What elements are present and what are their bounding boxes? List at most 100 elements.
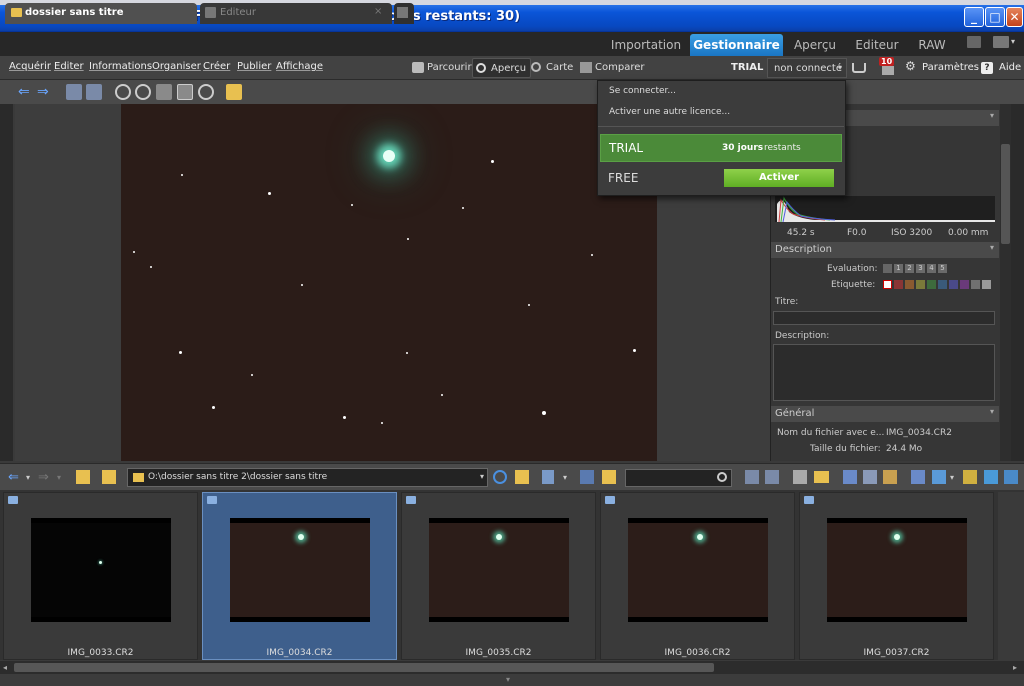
rotate-right-icon[interactable]: [86, 84, 102, 100]
menu-affichage[interactable]: Affichage: [276, 61, 323, 72]
rating-4[interactable]: 4: [927, 264, 936, 273]
parametres-button[interactable]: Paramètres: [922, 62, 979, 73]
trial-label[interactable]: TRIAL: [731, 62, 763, 73]
rating-5[interactable]: 5: [938, 264, 947, 273]
fit-window-icon[interactable]: [177, 84, 193, 100]
scroll-thumb[interactable]: [14, 663, 714, 672]
menu-organiser[interactable]: Organiser: [152, 61, 201, 72]
rating-clear-icon[interactable]: [883, 264, 892, 273]
account-dropdown[interactable]: non connecté ▾: [767, 58, 847, 78]
rating-control[interactable]: 1 2 3 4 5: [883, 264, 953, 274]
chevron-down-icon[interactable]: ▾: [563, 473, 567, 482]
carte-button[interactable]: Carte: [528, 58, 577, 78]
refresh-icon[interactable]: [493, 470, 507, 484]
forward-arrow-icon[interactable]: ⇒: [38, 470, 49, 485]
chevron-down-icon[interactable]: ▾: [950, 473, 954, 482]
menu-publier[interactable]: Publier: [237, 61, 271, 72]
rotate-left-icon[interactable]: [66, 84, 82, 100]
rotate-right-icon[interactable]: [765, 470, 779, 484]
chevron-down-icon[interactable]: ▾: [1011, 37, 1015, 46]
batch-edit-icon[interactable]: [911, 470, 925, 484]
print-icon[interactable]: [793, 470, 807, 484]
left-panel-toggle[interactable]: [0, 104, 13, 461]
label-color-swatch[interactable]: [982, 280, 991, 289]
label-color-swatch[interactable]: [938, 280, 947, 289]
mode-editeur[interactable]: Editeur: [848, 34, 906, 56]
label-color-swatch[interactable]: [916, 280, 925, 289]
search-icon[interactable]: [717, 472, 727, 482]
minimize-button[interactable]: _: [964, 7, 984, 27]
notification-badge[interactable]: 10: [879, 57, 895, 66]
export-icon[interactable]: [984, 470, 998, 484]
open-folder-icon[interactable]: [602, 470, 616, 484]
rating-3[interactable]: 3: [916, 264, 925, 273]
menu-creer[interactable]: Créer: [203, 61, 230, 72]
filmstrip-scrollbar[interactable]: ◂ ▸: [0, 661, 1024, 674]
apercu-button[interactable]: Aperçu: [472, 58, 532, 78]
rotate-left-icon[interactable]: [745, 470, 759, 484]
share-icon[interactable]: [932, 470, 946, 484]
mode-gestionnaire[interactable]: Gestionnaire: [690, 34, 783, 56]
view-mode-icon[interactable]: [580, 470, 594, 484]
new-tab-button[interactable]: [394, 3, 414, 24]
description-field[interactable]: [773, 344, 995, 401]
thumbnail[interactable]: IMG_0033.CR2: [3, 492, 198, 660]
label-color-swatch[interactable]: [949, 280, 958, 289]
label-none-icon[interactable]: [883, 280, 892, 289]
general-header[interactable]: Général ▾: [771, 406, 999, 422]
label-color-swatch[interactable]: [905, 280, 914, 289]
preview-image[interactable]: [121, 104, 657, 461]
mode-raw[interactable]: RAW: [910, 34, 954, 56]
stack-icon[interactable]: [883, 470, 897, 484]
trial-option[interactable]: TRIAL 30 jours restants: [600, 134, 842, 162]
expand-icon[interactable]: ▾: [506, 675, 510, 684]
label-color-picker[interactable]: [883, 280, 995, 290]
forward-arrow-icon[interactable]: ⇒: [37, 84, 53, 100]
mode-importation[interactable]: Importation: [605, 34, 687, 56]
search-input[interactable]: [625, 469, 732, 487]
zoom-in-icon[interactable]: [115, 84, 131, 100]
right-panel-toggle[interactable]: [1011, 104, 1024, 461]
thumbnail-selected[interactable]: IMG_0034.CR2: [202, 492, 397, 660]
label-color-swatch[interactable]: [927, 280, 936, 289]
back-arrow-icon[interactable]: ⇐: [8, 470, 19, 485]
mode-apercu[interactable]: Aperçu: [786, 34, 844, 56]
thumbnail-partial[interactable]: [998, 492, 1024, 660]
menu-editer[interactable]: Editer: [54, 61, 84, 72]
tab-editeur[interactable]: Editeur ×: [200, 3, 392, 24]
panel-scrollbar[interactable]: [1000, 104, 1011, 461]
rating-2[interactable]: 2: [905, 264, 914, 273]
edit-icon[interactable]: [963, 470, 977, 484]
label-color-swatch[interactable]: [960, 280, 969, 289]
tab-close-icon[interactable]: ×: [374, 6, 382, 17]
gear-icon[interactable]: ⚙: [905, 59, 916, 73]
maximize-button[interactable]: □: [985, 7, 1005, 27]
titre-field[interactable]: [773, 311, 995, 325]
layout-icon[interactable]: [993, 36, 1009, 48]
tab-dossier[interactable]: dossier sans titre: [5, 3, 197, 24]
scroll-right-icon[interactable]: ▸: [1013, 663, 1017, 672]
back-arrow-icon[interactable]: ⇐: [18, 84, 34, 100]
monitor-icon[interactable]: [967, 36, 981, 48]
fullscreen-icon[interactable]: [1004, 470, 1018, 484]
cart-icon[interactable]: [852, 63, 866, 73]
thumbnail[interactable]: IMG_0037.CR2: [799, 492, 994, 660]
menu-acquerir[interactable]: Acquérir: [9, 61, 51, 72]
folder-icon[interactable]: [102, 470, 116, 484]
parcourir-button[interactable]: Parcourir: [409, 58, 476, 78]
parent-folder-icon[interactable]: [76, 470, 90, 484]
chevron-down-icon[interactable]: ▾: [480, 472, 484, 481]
scroll-thumb[interactable]: [1001, 144, 1010, 244]
chevron-down-icon[interactable]: ▾: [26, 473, 30, 482]
description-header[interactable]: Description ▾: [771, 242, 999, 258]
copy-icon[interactable]: [863, 470, 877, 484]
zoom-out-icon[interactable]: [135, 84, 151, 100]
new-folder-icon[interactable]: [515, 470, 529, 484]
label-color-swatch[interactable]: [971, 280, 980, 289]
comparer-button[interactable]: Comparer: [577, 58, 648, 78]
thumbnail[interactable]: IMG_0036.CR2: [600, 492, 795, 660]
gift-icon[interactable]: [882, 66, 894, 75]
close-button[interactable]: ✕: [1006, 7, 1023, 27]
gallery-icon[interactable]: [843, 470, 857, 484]
sort-icon[interactable]: [542, 470, 554, 484]
